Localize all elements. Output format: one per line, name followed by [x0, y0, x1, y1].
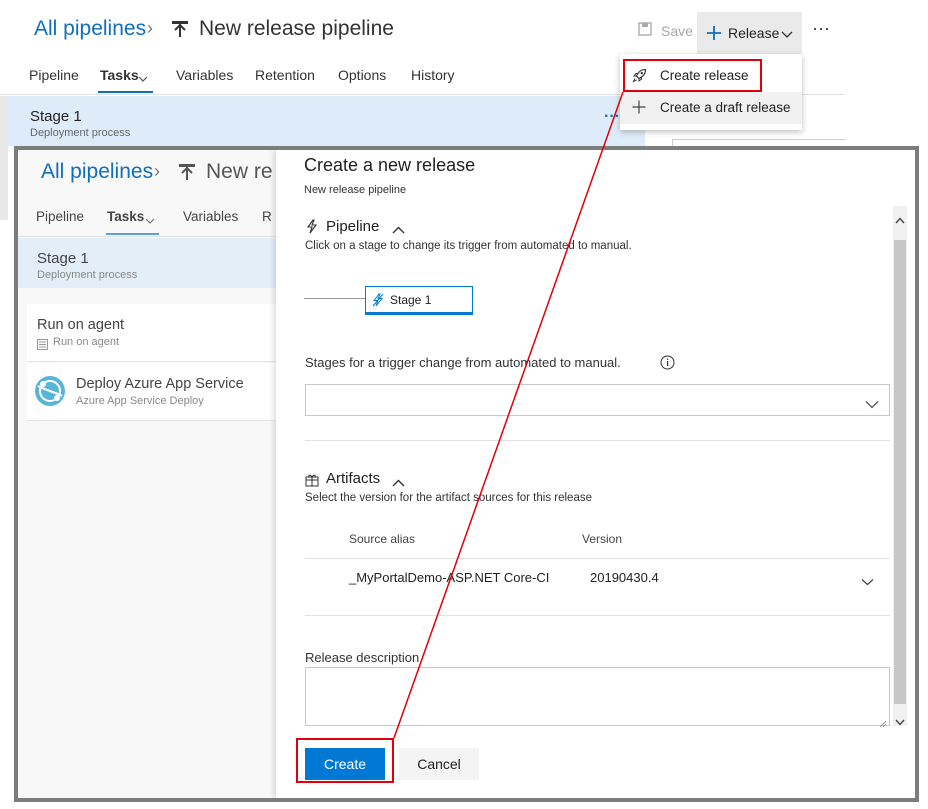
trigger-field-label: Stages for a trigger change from automat… — [305, 355, 621, 370]
tab-tasks[interactable]: Tasks — [107, 209, 144, 224]
menu-item-label: Create a draft release — [660, 100, 791, 115]
save-button[interactable]: Save — [636, 21, 696, 43]
tab-variables[interactable]: Variables — [176, 67, 233, 83]
pipeline-icon — [179, 163, 195, 186]
stage-subtitle: Deployment process — [30, 127, 131, 139]
gift-icon — [305, 473, 319, 492]
tab-tasks[interactable]: Tasks — [100, 67, 139, 83]
stage-row[interactable]: Stage 1 Deployment process ··· — [8, 96, 645, 146]
job-row[interactable]: Run on agent Run on agent — [27, 304, 276, 362]
release-button[interactable]: Release — [697, 12, 802, 54]
create-release-panel: Create a new release New release pipelin… — [276, 150, 915, 798]
stage-more-button[interactable]: ··· — [604, 108, 620, 126]
panel-subtitle: New release pipeline — [304, 184, 407, 196]
page-title: New re — [206, 160, 273, 183]
column-header-version: Version — [582, 532, 623, 546]
chevron-right-icon: › — [154, 161, 160, 181]
scrollbar-track[interactable] — [893, 206, 907, 726]
stage-row[interactable]: Stage 1 Deployment process — [18, 238, 276, 288]
lightning-icon — [306, 219, 318, 239]
stage-card-label: Stage 1 — [390, 293, 432, 307]
column-header-source-alias: Source alias — [349, 532, 416, 546]
chevron-right-icon: › — [147, 18, 153, 38]
trigger-stage-select[interactable] — [305, 384, 890, 416]
chevron-down-icon — [865, 396, 879, 414]
info-icon[interactable] — [660, 355, 675, 375]
tab-pipeline[interactable]: Pipeline — [29, 67, 79, 83]
pipeline-section-title: Pipeline — [326, 218, 380, 235]
azure-app-service-icon — [33, 374, 67, 413]
left-gutter — [0, 96, 8, 220]
pipeline-section-description: Click on a stage to change its trigger f… — [305, 240, 632, 252]
highlight-create-button — [296, 738, 394, 783]
page-title: New release pipeline — [199, 17, 394, 40]
task-subtitle: Azure App Service Deploy — [76, 395, 204, 407]
tab-underline — [98, 91, 153, 93]
version-cell[interactable]: 20190430.4 — [590, 570, 659, 585]
release-label: Release — [728, 25, 780, 41]
agent-icon — [37, 337, 48, 355]
menu-item-create-draft-release[interactable]: Create a draft release — [620, 92, 802, 124]
panel-title: Create a new release — [304, 155, 476, 175]
scroll-up-icon[interactable] — [895, 211, 905, 229]
job-subtitle: Run on agent — [53, 336, 120, 348]
stage-card[interactable]: Stage 1 — [365, 286, 473, 315]
tab-retention[interactable]: R — [262, 209, 272, 224]
scrollbar-thumb[interactable] — [894, 240, 906, 704]
plus-icon — [632, 100, 646, 117]
cancel-button[interactable]: Cancel — [399, 748, 479, 780]
inner-screenshot: All pipelines › New re Pipeline Tasks Va… — [14, 146, 919, 802]
tab-pipeline[interactable]: Pipeline — [36, 209, 84, 224]
divider — [305, 440, 890, 441]
more-options-button[interactable]: ··· — [812, 18, 830, 39]
breadcrumb-all-pipelines[interactable]: All pipelines — [41, 160, 153, 184]
tab-variables[interactable]: Variables — [183, 209, 238, 224]
breadcrumb-all-pipelines[interactable]: All pipelines — [34, 17, 146, 41]
save-icon — [638, 22, 652, 41]
artifacts-section-description: Select the version for the artifact sour… — [305, 492, 592, 504]
stage-name: Stage 1 — [37, 250, 89, 267]
chevron-down-icon — [145, 212, 155, 230]
job-name: Run on agent — [37, 317, 125, 333]
pipeline-connector-line — [304, 298, 366, 299]
lightning-icon — [372, 293, 384, 312]
stage-name: Stage 1 — [30, 108, 82, 125]
stage-subtitle: Deployment process — [37, 269, 138, 281]
task-row[interactable]: Deploy Azure App Service Azure App Servi… — [27, 363, 276, 421]
save-label: Save — [661, 23, 693, 39]
inner-background-page: All pipelines › New re Pipeline Tasks Va… — [18, 150, 276, 798]
divider — [305, 615, 890, 616]
release-description-label: Release description — [305, 650, 420, 665]
tab-retention[interactable]: Retention — [255, 67, 315, 83]
highlight-create-release — [623, 59, 762, 92]
chevron-down-icon — [138, 70, 148, 88]
tab-options[interactable]: Options — [338, 67, 386, 83]
divider — [18, 236, 276, 237]
chevron-down-icon[interactable] — [861, 573, 874, 591]
resize-grip-icon[interactable] — [878, 715, 887, 733]
chevron-up-icon[interactable] — [392, 475, 405, 493]
table-row[interactable]: _MyPortalDemo-ASP.NET Core-CI 20190430.4 — [305, 559, 890, 615]
chevron-down-icon — [781, 26, 793, 44]
task-name: Deploy Azure App Service — [76, 376, 244, 392]
artifacts-section-title: Artifacts — [326, 470, 381, 487]
pipeline-icon — [172, 20, 188, 43]
tab-history[interactable]: History — [411, 67, 455, 83]
plus-icon — [706, 25, 722, 46]
chevron-up-icon[interactable] — [392, 222, 405, 240]
tab-underline — [106, 233, 159, 235]
source-alias-cell: _MyPortalDemo-ASP.NET Core-CI — [349, 570, 550, 585]
scroll-down-icon[interactable] — [895, 713, 905, 731]
release-description-textarea[interactable] — [305, 667, 890, 728]
